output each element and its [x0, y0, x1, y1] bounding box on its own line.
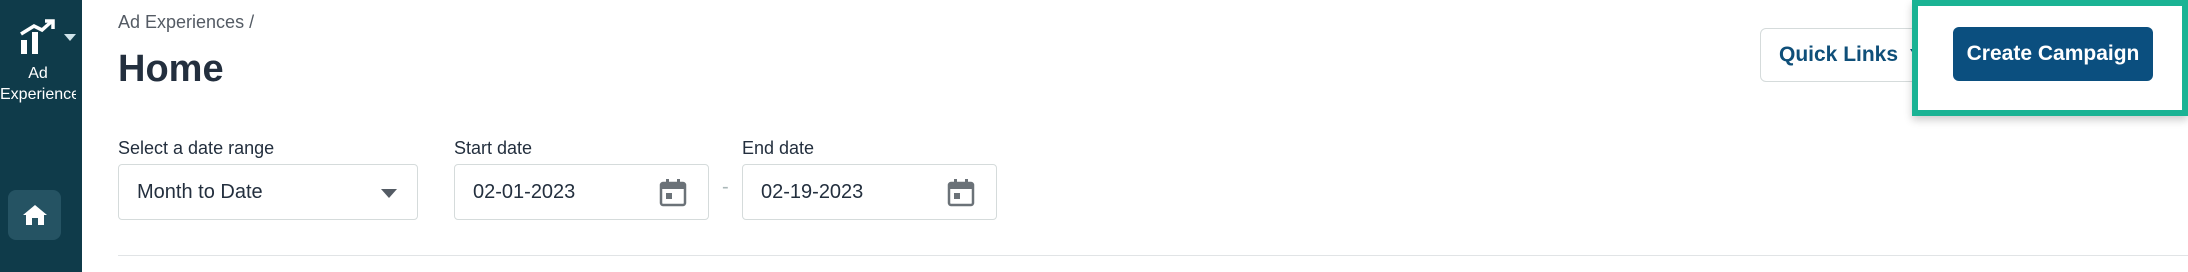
calendar-icon[interactable] [658, 178, 688, 208]
growth-chart-icon[interactable] [18, 18, 56, 56]
quick-links-label: Quick Links [1779, 43, 1899, 66]
breadcrumb: Ad Experiences / [118, 12, 254, 33]
start-date-label: Start date [454, 138, 533, 158]
create-campaign-button[interactable]: Create Campaign [1953, 27, 2153, 81]
start-date-input[interactable]: 02-01-2023 [454, 164, 709, 220]
left-nav-rail: Ad Experiences [0, 0, 82, 272]
caret-down-icon [381, 189, 397, 198]
calendar-icon[interactable] [946, 178, 976, 208]
date-range-separator: - [722, 176, 729, 198]
end-date-input[interactable]: 02-19-2023 [742, 164, 997, 220]
breadcrumb-separator: / [249, 12, 255, 32]
breadcrumb-link-ad-experiences[interactable]: Ad Experiences [118, 12, 244, 32]
chevron-down-icon[interactable] [64, 34, 76, 41]
end-date-value: 02-19-2023 [761, 181, 864, 203]
date-range-select[interactable]: Month to Date [118, 164, 418, 220]
date-range-label: Select a date range [118, 138, 275, 158]
section-divider [118, 255, 2188, 256]
app-label-continued: Experiences [0, 86, 76, 103]
app-label: Ad [28, 65, 48, 82]
start-date-value: 02-01-2023 [473, 181, 576, 203]
page-title: Home [118, 48, 224, 90]
end-date-label: End date [742, 138, 815, 158]
home-icon [22, 205, 47, 225]
home-button[interactable] [8, 190, 61, 240]
date-range-value: Month to Date [137, 181, 263, 203]
